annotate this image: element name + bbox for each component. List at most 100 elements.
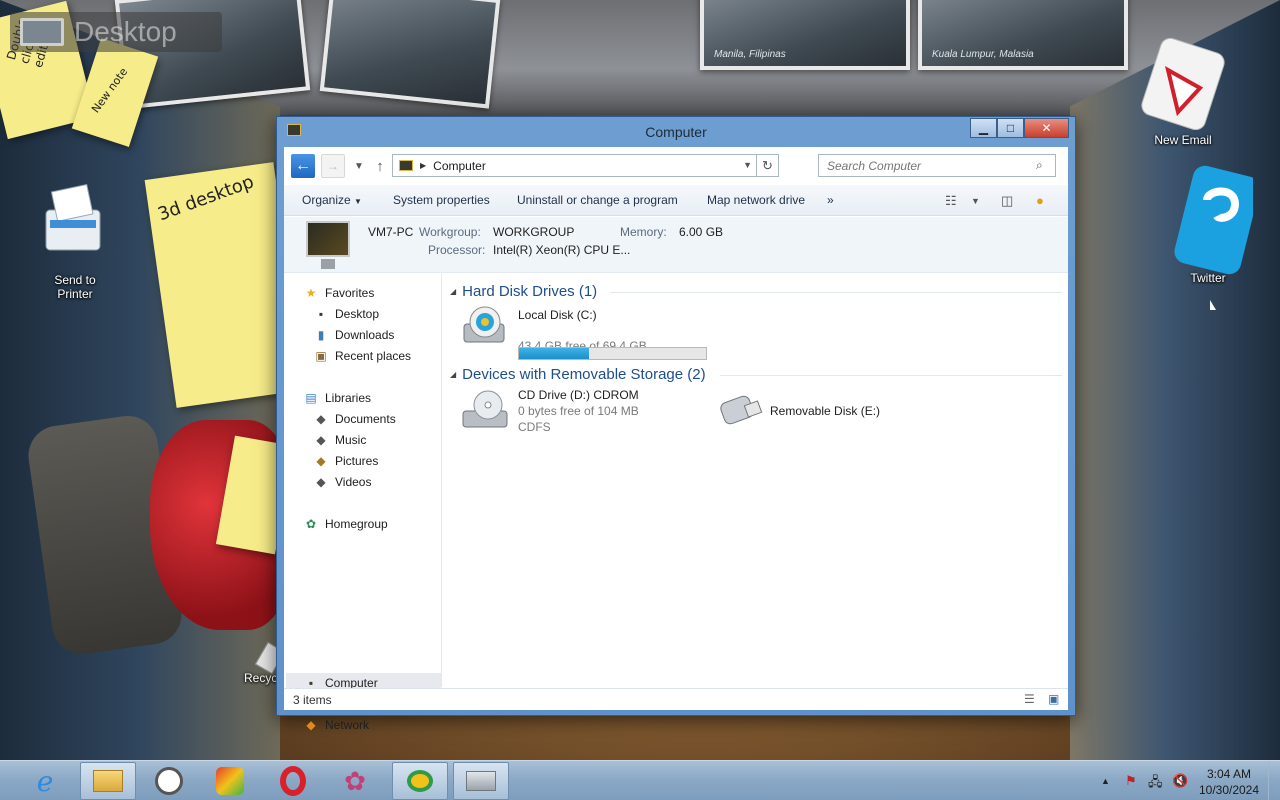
nav-downloads[interactable]: ▮ Downloads [314, 325, 395, 345]
back-button[interactable]: ← [291, 154, 315, 178]
preview-pane-icon[interactable]: ◫ [1001, 193, 1013, 209]
chevron-down-icon[interactable]: ▼ [971, 196, 980, 206]
chevron-down-icon: ▼ [354, 197, 362, 206]
back-arrow-icon: ← [295, 157, 311, 174]
clock-time[interactable]: 3:04 AM [1199, 767, 1259, 781]
content-area: ◢ Hard Disk Drives (1) Local Disk (C:) 4… [444, 274, 1068, 687]
search-input[interactable] [818, 154, 1056, 177]
libraries-icon: ▤ [305, 391, 317, 405]
maximize-button[interactable]: □ [997, 118, 1024, 138]
nav-recent-places[interactable]: ▣ Recent places [314, 346, 411, 366]
show-hidden-icons-button[interactable]: ▲ [1101, 776, 1110, 786]
address-dropdown-icon[interactable]: ▼ [743, 160, 752, 170]
collapse-triangle-icon: ◢ [450, 287, 457, 296]
volume-muted-icon[interactable]: 🔇 [1172, 773, 1188, 789]
maximize-icon: □ [1006, 121, 1015, 135]
taskbar-pink-app[interactable]: ✿ [327, 762, 383, 800]
nav-label: Homegroup [325, 517, 388, 531]
desktop-title: Desktop [74, 16, 177, 47]
refresh-button[interactable]: ↻ [756, 155, 778, 176]
group-removable-storage[interactable]: ◢ Devices with Removable Storage (2) [450, 366, 706, 383]
explorer-window[interactable]: Computer ▁ □ ✕ ← → ▼ ↑ ▶ Computer ▼ ↻ ⌕ … [276, 116, 1076, 732]
nav-network[interactable]: ◆ Network [304, 715, 369, 735]
taskbar-media-app[interactable] [141, 762, 197, 800]
flower-icon: ✿ [344, 765, 366, 796]
nav-desktop[interactable]: ▪ Desktop [314, 304, 379, 324]
drive-d-filesystem: CDFS [518, 420, 551, 434]
group-hard-disk-drives[interactable]: ◢ Hard Disk Drives (1) [450, 283, 597, 300]
media-icon [155, 767, 183, 795]
network-icon: ◆ [306, 718, 316, 732]
show-desktop-button[interactable] [1268, 761, 1280, 800]
3d-desktop-icon [407, 770, 433, 792]
taskbar-computer[interactable] [453, 762, 509, 800]
address-bar[interactable]: ▶ Computer ▼ ↻ [392, 154, 779, 177]
clock-date[interactable]: 10/30/2024 [1195, 783, 1263, 797]
twitter-icon [1174, 165, 1260, 275]
breadcrumb-chevron-icon: ▶ [420, 161, 427, 170]
view-options-icon[interactable]: ☷ [945, 193, 957, 209]
internet-explorer-icon: e [36, 764, 54, 798]
system-properties-button[interactable]: System properties [393, 193, 490, 207]
nav-label: Desktop [335, 307, 380, 321]
nav-label: Music [335, 433, 367, 447]
map-network-drive-button[interactable]: Map network drive [707, 193, 805, 207]
monitor-icon [20, 18, 64, 46]
twitter-shortcut[interactable]: Twitter [1158, 160, 1260, 285]
nav-favorites[interactable]: ★ Favorites [304, 283, 375, 303]
downloads-icon: ▮ [317, 328, 325, 342]
network-status-icon[interactable]: 🖧 [1148, 773, 1163, 795]
status-bar: 3 items ☰ ▣ [284, 688, 1068, 710]
taskbar-internet-explorer[interactable]: e [17, 762, 73, 800]
nav-libraries[interactable]: ▤ Libraries [304, 388, 371, 408]
folder-icon [93, 770, 123, 792]
details-pane: VM7-PC Workgroup: WORKGROUP Memory: 6.00… [284, 217, 1068, 273]
sticky-note-text: New note [89, 65, 131, 116]
taskbar-file-explorer[interactable] [80, 762, 136, 800]
chevron-down-icon: ▼ [354, 160, 364, 172]
drive-e-name: Removable Disk (E:) [770, 404, 881, 418]
workgroup-value: WORKGROUP [493, 225, 575, 239]
nav-videos[interactable]: ◆ Videos [314, 472, 371, 492]
new-email-shortcut[interactable]: New Email [1128, 30, 1238, 147]
help-icon[interactable]: ● [1036, 193, 1044, 208]
details-view-icon[interactable]: ☰ [1024, 692, 1035, 706]
more-commands-button[interactable]: » [827, 193, 834, 207]
drive-d[interactable]: CD Drive (D:) CDROM 0 bytes free of 104 … [460, 387, 690, 435]
photo-caption: Manila, Filipinas [714, 49, 786, 60]
forward-button[interactable]: → [321, 154, 345, 178]
homegroup-icon: ✿ [305, 517, 317, 531]
nav-label: Documents [335, 412, 396, 426]
organize-button[interactable]: Organize ▼ [302, 193, 362, 207]
taskbar-3d-desktop[interactable] [392, 762, 448, 800]
close-icon: ✕ [1041, 121, 1052, 135]
window-client: ← → ▼ ↑ ▶ Computer ▼ ↻ ⌕ Organize ▼ Syst… [284, 147, 1068, 732]
up-button[interactable]: ↑ [368, 154, 392, 178]
nav-documents[interactable]: ◆ Documents [314, 409, 396, 429]
close-button[interactable]: ✕ [1024, 118, 1069, 138]
breadcrumb-computer[interactable]: Computer [433, 159, 486, 173]
group-title: Hard Disk Drives (1) [462, 283, 598, 300]
nav-music[interactable]: ◆ Music [314, 430, 366, 450]
command-bar: Organize ▼ System properties Uninstall o… [284, 185, 1068, 216]
nav-label: Downloads [335, 328, 395, 342]
taskbar-colorful-app[interactable] [202, 762, 258, 800]
send-to-printer-shortcut[interactable]: Send to Printer [30, 180, 120, 301]
nav-homegroup[interactable]: ✿ Homegroup [304, 514, 388, 534]
drive-e[interactable]: Removable Disk (E:) [716, 387, 916, 435]
uninstall-program-button[interactable]: Uninstall or change a program [517, 193, 678, 207]
minimize-button[interactable]: ▁ [970, 118, 997, 138]
item-count: 3 items [293, 693, 332, 707]
taskbar-opera[interactable] [265, 762, 321, 800]
search-icon[interactable]: ⌕ [1036, 158, 1043, 173]
pc-name: VM7-PC [368, 225, 414, 239]
title-bar[interactable]: Computer ▁ □ ✕ [277, 117, 1075, 147]
large-icons-view-icon[interactable]: ▣ [1048, 692, 1059, 706]
taskbar: e ✿ ▲ ⚑ 🖧 🔇 3:04 AM 10/30/2024 [0, 760, 1280, 800]
hard-drive-icon [463, 306, 505, 343]
action-center-flag-icon[interactable]: ⚑ [1125, 773, 1137, 789]
computer-large-icon [306, 221, 350, 269]
drive-c[interactable]: Local Disk (C:) 43.4 GB free of 69.4 GB [460, 304, 720, 353]
nav-pictures[interactable]: ◆ Pictures [314, 451, 378, 471]
navigation-pane: ★ Favorites ▪ Desktop ▮ Downloads ▣ Rece… [284, 274, 442, 687]
